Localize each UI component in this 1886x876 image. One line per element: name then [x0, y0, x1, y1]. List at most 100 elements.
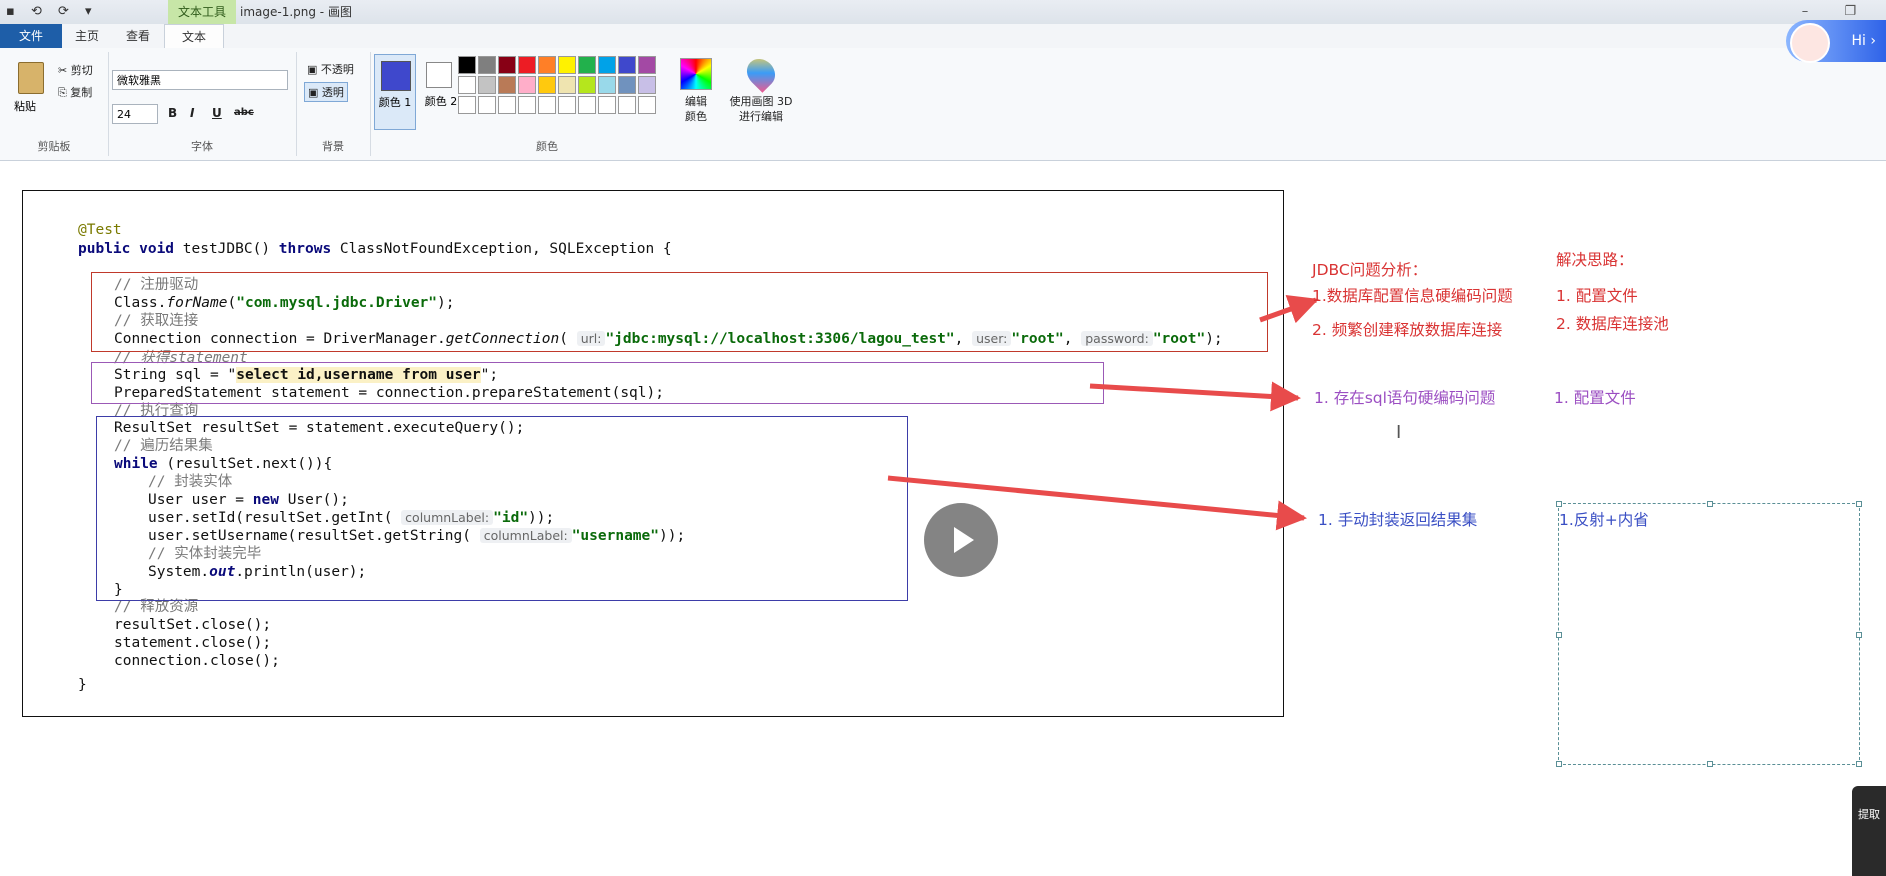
- code-line-signature: public void testJDBC() throws ClassNotFo…: [78, 240, 672, 258]
- palette-color-swatch[interactable]: [618, 96, 636, 114]
- palette-color-swatch[interactable]: [538, 56, 556, 74]
- palette-color-swatch[interactable]: [498, 76, 516, 94]
- palette-color-swatch[interactable]: [638, 56, 656, 74]
- title-bar: ▪ ⟲ ⟳ ▾ 文本工具 image-1.png - 画图 – ❐: [0, 0, 1886, 25]
- palette-color-swatch[interactable]: [458, 56, 476, 74]
- quick-access-toolbar[interactable]: ▪ ⟲ ⟳ ▾: [6, 4, 98, 19]
- opaque-label: 不透明: [320, 63, 354, 76]
- palette-color-swatch[interactable]: [558, 96, 576, 114]
- palette-color-swatch[interactable]: [478, 76, 496, 94]
- problem-3: 1. 存在sql语句硬编码问题: [1314, 389, 1496, 407]
- resize-handle[interactable]: [1707, 761, 1713, 767]
- kw-public-void: public void: [78, 241, 175, 257]
- comment-release: // 释放资源: [114, 599, 199, 615]
- solution-title: 解决思路：: [1556, 251, 1634, 269]
- palette-color-swatch[interactable]: [518, 96, 536, 114]
- signature-rest: ClassNotFoundException, SQLException {: [331, 241, 672, 257]
- ribbon-tabs: 文件 主页 查看 文本: [0, 24, 1886, 49]
- palette-color-swatch[interactable]: [478, 56, 496, 74]
- close-statement: statement.close();: [114, 635, 272, 651]
- palette-color-swatch[interactable]: [518, 76, 536, 94]
- font-family-select[interactable]: 微软雅黑: [112, 70, 288, 90]
- color1-label: 颜色 1: [378, 96, 412, 109]
- resize-handle[interactable]: [1856, 761, 1862, 767]
- problem-1: 1.数据库配置信息硬编码问题: [1312, 287, 1513, 305]
- tab-home[interactable]: 主页: [62, 24, 112, 48]
- copy-button[interactable]: ⎘ 复制: [58, 84, 92, 100]
- paint3d-label[interactable]: 使用画图 3D 进行编辑: [726, 94, 796, 124]
- text-cursor-icon: I: [1396, 422, 1402, 443]
- code-line-annotation: @Test: [78, 221, 122, 239]
- palette-color-swatch[interactable]: [598, 56, 616, 74]
- color1-button[interactable]: 颜色 1: [374, 54, 416, 130]
- palette-color-swatch[interactable]: [558, 76, 576, 94]
- solution-1: 1. 配置文件: [1556, 287, 1638, 305]
- resize-handle[interactable]: [1556, 632, 1562, 638]
- side-extract-tool[interactable]: 提取: [1852, 786, 1886, 876]
- palette-color-swatch[interactable]: [498, 96, 516, 114]
- resize-handle[interactable]: [1556, 761, 1562, 767]
- palette-color-swatch[interactable]: [538, 76, 556, 94]
- method-name: testJDBC(): [174, 241, 279, 257]
- copy-label: 复制: [70, 86, 93, 99]
- tab-view[interactable]: 查看: [112, 24, 164, 48]
- kw-throws: throws: [278, 241, 332, 257]
- palette-color-swatch[interactable]: [578, 76, 596, 94]
- palette-color-swatch[interactable]: [638, 96, 656, 114]
- palette-color-swatch[interactable]: [578, 96, 596, 114]
- palette-color-swatch[interactable]: [518, 56, 536, 74]
- text-edit-box[interactable]: 1.反射+内省: [1556, 501, 1862, 767]
- code-line-close1: resultSet.close();: [114, 616, 271, 634]
- opaque-option[interactable]: ▣ 不透明: [304, 60, 357, 78]
- palette-color-swatch[interactable]: [458, 96, 476, 114]
- palette-color-swatch[interactable]: [538, 96, 556, 114]
- font-size-select[interactable]: 24: [112, 104, 158, 124]
- resize-handle[interactable]: [1856, 501, 1862, 507]
- italic-button[interactable]: I: [190, 106, 194, 120]
- palette-color-swatch[interactable]: [458, 76, 476, 94]
- window-title: image-1.png - 画图: [240, 5, 352, 19]
- edit-colors-icon[interactable]: [680, 58, 712, 90]
- highlight-box-resultset: [96, 416, 908, 601]
- solution-4[interactable]: 1.反射+内省: [1559, 510, 1649, 530]
- transparent-option[interactable]: ▣ 透明: [304, 82, 348, 102]
- bold-button[interactable]: B: [168, 106, 177, 120]
- solution-3: 1. 配置文件: [1554, 389, 1636, 407]
- close-connection: connection.close();: [114, 653, 280, 669]
- palette-color-swatch[interactable]: [638, 76, 656, 94]
- background-group: ▣ 不透明 ▣ 透明 背景: [296, 52, 371, 156]
- solution-2: 2. 数据库连接池: [1556, 315, 1669, 333]
- ribbon: 粘贴 ✂ 剪切 ⎘ 复制 剪贴板 微软雅黑 24 B I U abc 字体 ▣ …: [0, 48, 1886, 161]
- palette-color-swatch[interactable]: [558, 56, 576, 74]
- paste-icon[interactable]: [18, 62, 44, 94]
- cut-button[interactable]: ✂ 剪切: [58, 62, 93, 78]
- transparent-label: 透明: [321, 86, 344, 99]
- palette-color-swatch[interactable]: [598, 96, 616, 114]
- palette-color-swatch[interactable]: [578, 56, 596, 74]
- resize-handle[interactable]: [1556, 501, 1562, 507]
- paint3d-icon[interactable]: [741, 53, 781, 93]
- palette-color-swatch[interactable]: [618, 56, 636, 74]
- strikethrough-button[interactable]: abc: [234, 107, 254, 118]
- underline-button[interactable]: U: [212, 106, 222, 120]
- problem-4: 1. 手动封装返回结果集: [1318, 511, 1478, 529]
- problem-2: 2. 频繁创建释放数据库连接: [1312, 321, 1503, 339]
- resize-handle[interactable]: [1856, 632, 1862, 638]
- tab-text[interactable]: 文本: [164, 24, 224, 49]
- edit-colors-label[interactable]: 编辑颜色: [682, 94, 710, 124]
- palette-color-swatch[interactable]: [598, 76, 616, 94]
- video-play-button[interactable]: [924, 503, 998, 577]
- palette-color-swatch[interactable]: [478, 96, 496, 114]
- code-line-close3: connection.close();: [114, 652, 280, 670]
- text-tools-context-label: 文本工具: [168, 0, 237, 24]
- resize-handle[interactable]: [1707, 501, 1713, 507]
- color2-button[interactable]: 颜色 2: [420, 54, 462, 130]
- analysis-title: JDBC问题分析：: [1312, 261, 1428, 279]
- close-resultset: resultSet.close();: [114, 617, 272, 633]
- palette-color-swatch[interactable]: [618, 76, 636, 94]
- extract-label: 提取: [1858, 808, 1880, 821]
- palette-color-swatch[interactable]: [498, 56, 516, 74]
- color-palette: [458, 56, 656, 114]
- brace-outer: }: [78, 677, 87, 693]
- assistant-badge[interactable]: Hi ›: [1786, 20, 1886, 63]
